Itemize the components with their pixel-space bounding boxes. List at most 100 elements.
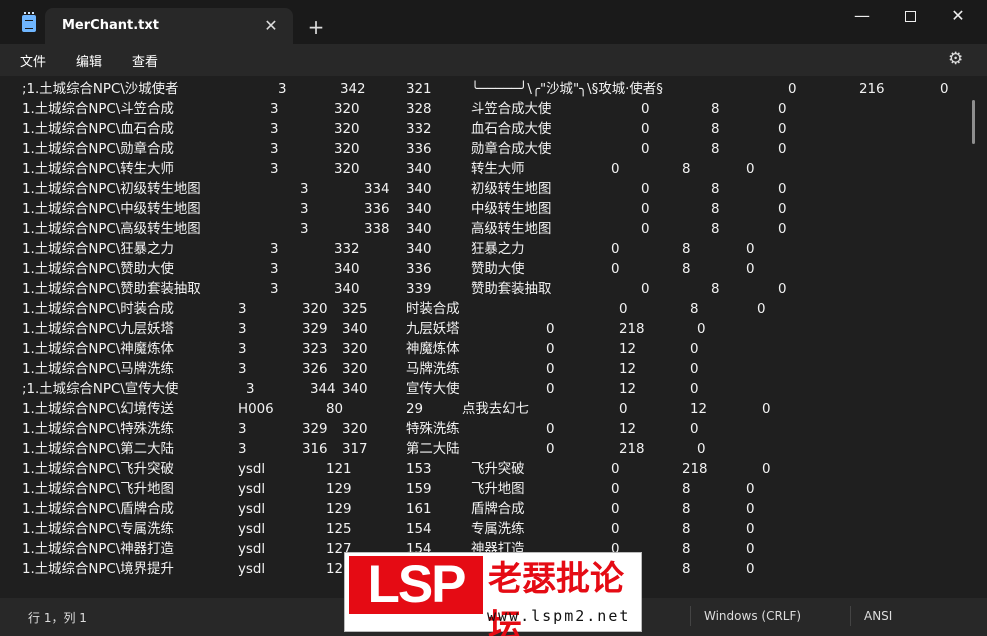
line-field: 1.土城综合NPC\马牌洗练 <box>22 362 174 377</box>
line-field: 12 <box>619 422 637 437</box>
line-field: 赞助大使 <box>471 262 525 277</box>
line-field: 1.土城综合NPC\飞升突破 <box>22 462 174 477</box>
watermark: LSP 老瑟批论坛 www.lspm2.net <box>344 552 642 636</box>
line-field: 1.土城综合NPC\九层妖塔 <box>22 322 174 337</box>
line-field: 神魔炼体 <box>406 342 460 357</box>
line-field: 0 <box>690 382 699 397</box>
menu-view[interactable]: 查看 <box>132 51 158 70</box>
line-field: 1.土城综合NPC\幻境传送 <box>22 402 174 417</box>
line-field: 3 <box>238 362 247 377</box>
line-field: 8 <box>682 262 691 277</box>
line-field: 0 <box>546 342 555 357</box>
line-field: 1.土城综合NPC\初级转生地图 <box>22 182 201 197</box>
tab-close-icon[interactable]: ✕ <box>261 16 281 36</box>
line-field: 狂暴之力 <box>471 242 525 257</box>
menu-bar: 文件 编辑 查看 ⚙ <box>0 44 987 76</box>
text-line: 1.土城综合NPC\特殊洗练 3 329 320 特殊洗练 0 12 0 <box>22 420 972 440</box>
line-field: 340 <box>334 262 360 277</box>
line-field: 1.土城综合NPC\赞助套装抽取 <box>22 282 201 297</box>
maximize-icon <box>904 11 916 22</box>
line-field: 0 <box>641 122 650 137</box>
line-field: 0 <box>778 182 787 197</box>
line-field: 专属洗练 <box>471 522 525 537</box>
line-field: 3 <box>300 222 309 237</box>
cursor-position[interactable]: 行 1，列 1 <box>28 609 87 626</box>
title-bar: MerChant.txt ✕ + — ✕ <box>0 0 987 44</box>
line-field: 0 <box>641 142 650 157</box>
line-field: ;1.土城综合NPC\宣传大使 <box>22 382 179 397</box>
new-tab-button[interactable]: + <box>305 16 327 38</box>
line-field: 340 <box>342 382 368 397</box>
line-field: 8 <box>682 502 691 517</box>
line-field: ysdl <box>238 542 266 557</box>
line-field: 血石合成大使 <box>471 122 552 137</box>
line-field: 0 <box>546 322 555 337</box>
line-field: 0 <box>546 382 555 397</box>
line-field: 320 <box>342 342 368 357</box>
line-field: 0 <box>611 262 620 277</box>
line-field: 323 <box>302 342 328 357</box>
line-field: 0 <box>611 462 620 477</box>
line-field: 1.土城综合NPC\赞助大使 <box>22 262 174 277</box>
line-field: 宣传大使 <box>406 382 460 397</box>
line-field: 80 <box>326 402 344 417</box>
line-field: 0 <box>778 122 787 137</box>
line-field: 时装合成 <box>406 302 460 317</box>
line-field: 1.土城综合NPC\中级转生地图 <box>22 202 201 217</box>
gear-icon[interactable]: ⚙ <box>948 49 963 69</box>
line-field: 320 <box>334 142 360 157</box>
text-editor[interactable]: ;1.土城综合NPC\沙城使者 3 342 321 ╰─────╯\╭"沙城"╮\§攻城… <box>0 76 987 598</box>
line-field: 320 <box>334 162 360 177</box>
close-button[interactable]: ✕ <box>938 4 978 28</box>
line-field: 1.土城综合NPC\盾牌合成 <box>22 502 174 517</box>
minimize-button[interactable]: — <box>842 4 882 28</box>
line-field: 0 <box>619 302 628 317</box>
line-field: 218 <box>619 442 645 457</box>
line-field: 3 <box>278 82 287 97</box>
line-field: 0 <box>746 262 755 277</box>
line-field: 0 <box>611 522 620 537</box>
line-field: 初级转生地图 <box>471 182 552 197</box>
maximize-button[interactable] <box>890 4 930 28</box>
line-field: 8 <box>711 222 720 237</box>
line-field: 3 <box>270 142 279 157</box>
line-field: 1.土城综合NPC\特殊洗练 <box>22 422 174 437</box>
line-field: 320 <box>334 102 360 117</box>
line-field: 勋章合成大使 <box>471 142 552 157</box>
text-line: 1.土城综合NPC\神魔炼体 3 323 320 神魔炼体 0 12 0 <box>22 340 972 360</box>
line-field: 中级转生地图 <box>471 202 552 217</box>
line-field: 3 <box>270 102 279 117</box>
line-field: 0 <box>778 222 787 237</box>
line-field: 329 <box>302 422 328 437</box>
text-line: 1.土城综合NPC\赞助大使 3 340 336 赞助大使 0 8 0 <box>22 260 972 280</box>
line-field: H006 <box>238 402 274 417</box>
line-field: 338 <box>364 222 390 237</box>
line-field: 12 <box>619 382 637 397</box>
line-field: 0 <box>746 562 755 577</box>
text-line: 1.土城综合NPC\飞升地图 ysdl 129 159 飞升地图 0 8 0 <box>22 480 972 500</box>
line-field: 340 <box>406 182 432 197</box>
vertical-scrollbar[interactable] <box>972 100 975 144</box>
line-field: 0 <box>762 462 771 477</box>
line-field: ysdl <box>238 522 266 537</box>
line-field: 1.土城综合NPC\狂暴之力 <box>22 242 174 257</box>
line-field: 1.土城综合NPC\境界提升 <box>22 562 174 577</box>
menu-edit[interactable]: 编辑 <box>76 51 102 70</box>
text-line: 1.土城综合NPC\时装合成 3 320 325 时装合成 0 8 0 <box>22 300 972 320</box>
text-line: 1.土城综合NPC\初级转生地图 3 334 340 初级转生地图 0 8 0 <box>22 180 972 200</box>
line-field: 161 <box>406 502 432 517</box>
file-tab[interactable]: MerChant.txt ✕ <box>45 8 293 44</box>
encoding[interactable]: ANSI <box>864 609 892 623</box>
line-field: 0 <box>641 202 650 217</box>
menu-file[interactable]: 文件 <box>20 51 46 70</box>
line-ending[interactable]: Windows (CRLF) <box>704 609 801 623</box>
line-field: 216 <box>859 82 885 97</box>
line-field: 12 <box>326 562 344 577</box>
line-field: 1.土城综合NPC\勋章合成 <box>22 142 174 157</box>
line-field: 0 <box>641 222 650 237</box>
line-field: 325 <box>342 302 368 317</box>
line-field: 321 <box>406 82 432 97</box>
line-field: 8 <box>682 562 691 577</box>
line-field: 8 <box>682 162 691 177</box>
text-line: 1.土城综合NPC\勋章合成 3 320 336 勋章合成大使 0 8 0 <box>22 140 972 160</box>
